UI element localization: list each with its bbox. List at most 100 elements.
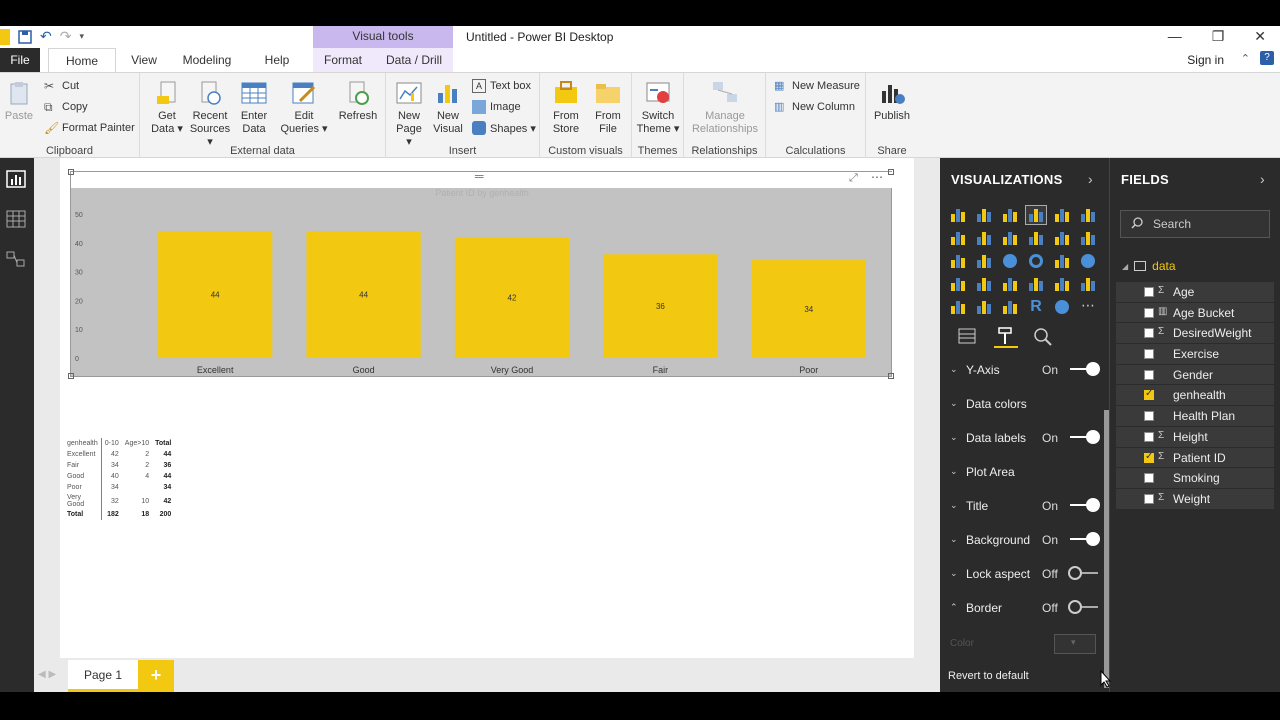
resize-handle-bl[interactable] (68, 373, 74, 379)
page-tab-1[interactable]: Page 1 (68, 660, 138, 692)
report-view-icon[interactable] (6, 170, 26, 188)
text-box-button[interactable]: A Text box (472, 79, 531, 93)
tab-help[interactable]: Help (256, 48, 298, 72)
matrix-row[interactable]: Good 40 4 44 (64, 471, 174, 482)
field-item-height[interactable]: Σ Height (1116, 426, 1274, 448)
new-page-button[interactable]: New Page ▾ (392, 79, 426, 149)
toggle-switch[interactable] (1070, 362, 1100, 376)
customize-qat-icon[interactable]: ▾ (79, 31, 84, 42)
stacked-area-visual-icon[interactable] (1000, 229, 1020, 247)
edit-queries-button[interactable]: Edit Queries ▾ (280, 79, 328, 136)
matrix-visual-icon[interactable] (1000, 298, 1020, 316)
publish-button[interactable]: Publish (870, 79, 914, 123)
close-icon[interactable]: ✕ (1254, 28, 1266, 45)
format-card-data-labels[interactable]: ⌄ Data labels On (940, 422, 1110, 456)
resize-handle-br[interactable] (888, 373, 894, 379)
matrix-visual[interactable]: genhealth 0-10 Age>10 Total Excellent 42 2 44 F… (64, 438, 174, 520)
matrix-row[interactable]: Total 182 18 200 (64, 509, 174, 520)
tab-home[interactable]: Home (48, 48, 116, 72)
tab-modeling[interactable]: Modeling (176, 48, 238, 72)
tab-format[interactable]: Format (318, 48, 368, 72)
stacked-column-visual-icon[interactable] (974, 206, 994, 224)
column-chart-visual[interactable]: ═ ⤢ ⋯ Patient ID by genhealth 50 40 30 20 10… (68, 169, 894, 379)
more-visuals-visual-icon[interactable]: ⋯ (1078, 298, 1098, 316)
matrix-row[interactable]: Very Good 32 10 42 (64, 493, 174, 509)
gauge-visual-icon[interactable] (1000, 275, 1020, 293)
line-visual-icon[interactable] (948, 229, 968, 247)
slicer-visual-icon[interactable] (948, 298, 968, 316)
field-item-genhealth[interactable]: genhealth (1116, 385, 1274, 407)
from-store-button[interactable]: From Store (546, 79, 586, 136)
card-visual-icon[interactable] (1026, 275, 1046, 293)
format-tab-paintroller-icon[interactable] (994, 326, 1018, 348)
matrix-row[interactable]: Poor 34 34 (64, 482, 174, 493)
expand-collapse-icon[interactable]: ◢ (1122, 262, 1128, 271)
image-button[interactable]: Image (472, 100, 521, 114)
new-visual-button[interactable]: New Visual (430, 79, 466, 136)
border-color-picker[interactable] (1054, 634, 1096, 654)
line-column-visual-icon[interactable] (1026, 229, 1046, 247)
r-script-visual-icon[interactable]: R (1026, 298, 1046, 316)
revert-to-default-link[interactable]: Revert to default (948, 670, 1029, 682)
format-card-data-colors[interactable]: ⌄ Data colors (940, 388, 1110, 422)
from-file-button[interactable]: From File (588, 79, 628, 136)
enter-data-button[interactable]: Enter Data (236, 79, 272, 136)
redo-icon[interactable]: ↷ (60, 28, 72, 45)
field-item-patient-id[interactable]: Σ Patient ID (1116, 447, 1274, 469)
toggle-switch[interactable] (1070, 498, 1100, 512)
format-card-plot-area[interactable]: ⌄ Plot Area (940, 456, 1110, 490)
pie-visual-icon[interactable] (1000, 252, 1020, 270)
matrix-row[interactable]: Excellent 42 2 44 (64, 449, 174, 460)
toggle-switch[interactable] (1070, 532, 1100, 546)
field-item-smoking[interactable]: Smoking (1116, 468, 1274, 489)
matrix-header-cell[interactable]: Total (152, 438, 174, 449)
chevron-up-icon[interactable]: ⌃ (950, 602, 958, 613)
data-view-icon[interactable] (6, 210, 26, 228)
shapes-button[interactable]: Shapes ▾ (472, 121, 536, 135)
table-visual-icon[interactable] (974, 298, 994, 316)
table-node-data[interactable]: ◢ data (1122, 259, 1176, 273)
filled-map-visual-icon[interactable] (948, 275, 968, 293)
tab-data-drill[interactable]: Data / Drill (380, 48, 448, 72)
donut-visual-icon[interactable] (1026, 252, 1046, 270)
100-stacked-bar-visual-icon[interactable] (1052, 206, 1072, 224)
matrix-header-cell[interactable]: Age>10 (122, 438, 152, 449)
undo-icon[interactable]: ↶ (40, 28, 52, 45)
toggle-switch[interactable] (1070, 430, 1100, 444)
resize-handle-tr[interactable] (888, 169, 894, 175)
tab-view[interactable]: View (124, 48, 164, 72)
format-card-y-axis[interactable]: ⌄ Y-Axis On (940, 354, 1110, 388)
copy-button[interactable]: ⧉ Copy (44, 100, 88, 114)
fields-search-input[interactable] (1153, 215, 1263, 233)
restore-icon[interactable]: ❐ (1212, 28, 1225, 45)
line-clustered-column-visual-icon[interactable] (1052, 229, 1072, 247)
funnel-visual-icon[interactable] (974, 275, 994, 293)
field-checkbox[interactable] (1144, 328, 1154, 339)
field-checkbox[interactable] (1144, 451, 1154, 463)
new-measure-button[interactable]: ▦ New Measure (774, 79, 860, 93)
chevron-down-icon[interactable]: ⌄ (950, 568, 958, 579)
field-checkbox[interactable] (1144, 287, 1154, 297)
collapse-visualizations-icon[interactable]: › (1088, 171, 1093, 187)
chevron-down-icon[interactable]: ⌄ (950, 398, 958, 409)
format-painter-button[interactable]: 🖌 Format Painter (44, 121, 135, 135)
format-card-title[interactable]: ⌄ Title On (940, 490, 1110, 524)
waterfall-visual-icon[interactable] (948, 252, 968, 270)
field-checkbox[interactable] (1144, 431, 1154, 442)
100-stacked-column-visual-icon[interactable] (1078, 206, 1098, 224)
collapse-fields-icon[interactable]: › (1260, 171, 1265, 187)
clustered-bar-visual-icon[interactable] (1000, 206, 1020, 224)
resize-handle-tl[interactable] (68, 169, 74, 175)
sign-in-link[interactable]: Sign in (1187, 53, 1224, 67)
format-card-border[interactable]: ⌃ Border Off (940, 592, 1110, 626)
field-item-age-bucket[interactable]: ▥ Age Bucket (1116, 302, 1274, 324)
field-checkbox[interactable] (1144, 411, 1154, 422)
field-item-exercise[interactable]: Exercise (1116, 344, 1274, 365)
chevron-down-icon[interactable]: ⌄ (950, 466, 958, 477)
scatter-visual-icon[interactable] (974, 252, 994, 270)
globe-visual-icon[interactable] (1052, 298, 1072, 316)
fields-search-box[interactable] (1120, 210, 1270, 238)
field-checkbox[interactable] (1144, 473, 1154, 484)
new-column-button[interactable]: ▥ New Column (774, 100, 855, 114)
field-item-weight[interactable]: Σ Weight (1116, 488, 1274, 510)
